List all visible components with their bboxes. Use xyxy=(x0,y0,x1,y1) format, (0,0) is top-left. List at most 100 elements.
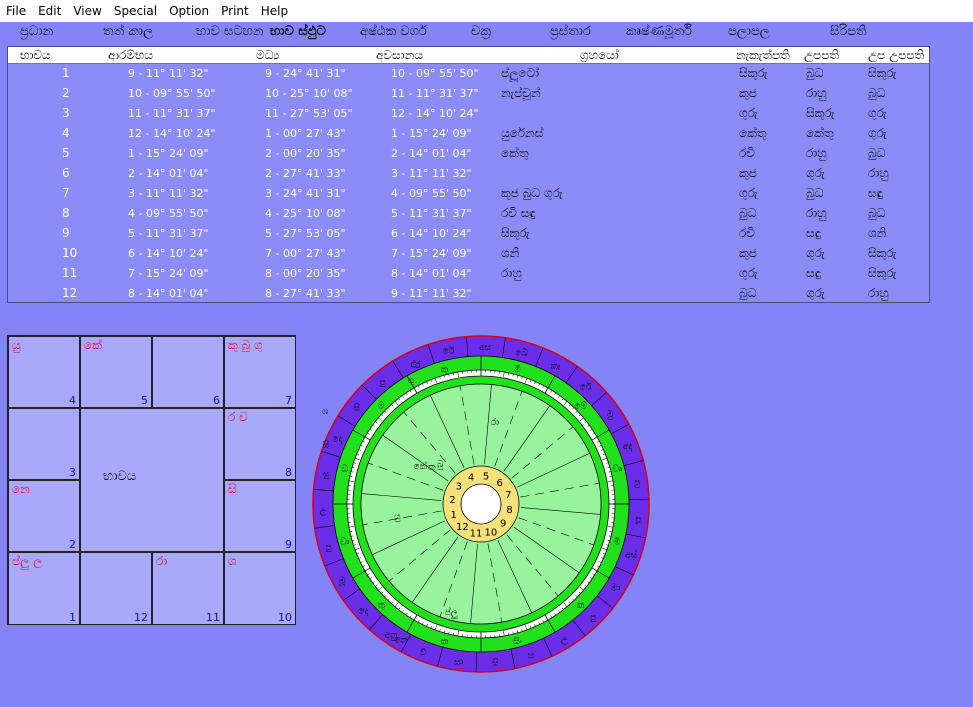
cell-start: 5 - 11° 31' 37" xyxy=(128,227,209,240)
cell-star: රවි xyxy=(739,226,755,240)
house-cell[interactable]: රා 11 xyxy=(152,552,224,625)
cell-subsub: ශනි xyxy=(868,226,887,240)
table-row[interactable]: 7 3 - 11° 11' 32" 3 - 24° 41' 31" 4 - 09° 5… xyxy=(8,184,929,204)
cell-house: 2 xyxy=(62,86,70,100)
cell-planets: යුරේනස් xyxy=(501,126,544,140)
col-header-start[interactable]: ආරම්භය xyxy=(108,48,153,63)
table-row[interactable]: 11 7 - 15° 24' 09" 8 - 00° 20' 35" 8 - 14° … xyxy=(8,264,929,284)
cell-end: 7 - 15° 24' 09" xyxy=(391,247,472,260)
cell-house-number: 8 xyxy=(285,466,292,479)
col-header-sub-lord[interactable]: උපපති xyxy=(804,48,839,63)
cell-house: 8 xyxy=(62,206,70,220)
cell-house-number: 3 xyxy=(69,466,76,479)
wheel-house-number: 12 xyxy=(456,522,469,533)
cell-house-number: 7 xyxy=(285,394,292,407)
col-header-end[interactable]: අවසානය xyxy=(376,48,423,63)
tab-1[interactable]: තත් කාල xyxy=(103,22,153,42)
house-cell[interactable]: ප්ලු ල 1 xyxy=(8,552,80,625)
menu-option[interactable]: Option xyxy=(163,0,215,22)
tab-0[interactable]: ප්‍රධාන xyxy=(20,22,53,42)
sign-label: ධ xyxy=(341,465,348,475)
house-cell[interactable]: කේ 5 xyxy=(80,336,152,408)
house-cell[interactable]: යු 4 xyxy=(8,336,80,408)
tab-3[interactable]: භාව ස්ඵුට xyxy=(270,22,326,42)
cell-subsub: සඳු xyxy=(868,186,883,200)
house-cell[interactable]: 6 xyxy=(152,336,224,408)
cell-star: කුජ xyxy=(739,166,757,180)
house-cell[interactable]: නෙ 2 xyxy=(8,480,80,552)
cell-end: 3 - 11° 11' 32" xyxy=(391,167,472,180)
wheel-planet-glyph: ච xyxy=(447,333,454,335)
nakshatra-label: අස් xyxy=(625,549,638,560)
house-cell[interactable]: 12 xyxy=(80,552,152,625)
tab-9[interactable]: සිරිපති xyxy=(830,22,867,42)
wheel-planet-glyph: ගු xyxy=(408,376,415,386)
sign-label: ම xyxy=(378,401,385,411)
menu-file[interactable]: File xyxy=(0,0,32,22)
menu-print[interactable]: Print xyxy=(215,0,255,22)
table-row[interactable]: 10 6 - 14° 10' 24" 7 - 00° 27' 43" 7 - 15° … xyxy=(8,244,929,264)
tab-4[interactable]: අෂ්ඨක වර්ග xyxy=(360,22,427,42)
col-header-star-lord[interactable]: නැකැත්පති xyxy=(736,48,790,63)
wheel-center xyxy=(460,483,502,525)
col-header-house[interactable]: භාවය xyxy=(20,48,51,63)
wheel-planet-glyph: ර xyxy=(415,361,421,371)
cell-mid: 10 - 25° 10' 08" xyxy=(265,87,353,100)
house-cell[interactable]: සි 9 xyxy=(224,480,296,552)
cell-mid: 1 - 00° 27' 43" xyxy=(265,127,346,140)
house-cell[interactable]: ශ 10 xyxy=(224,552,296,625)
table-row[interactable]: 4 12 - 14° 10' 24" 1 - 00° 27' 43" 1 - 15° … xyxy=(8,124,929,144)
cell-mid: 4 - 25° 10' 08" xyxy=(265,207,346,220)
col-header-planets[interactable]: ග්‍රහයෝ xyxy=(580,48,619,63)
cell-mid: 8 - 27° 41' 33" xyxy=(265,287,346,300)
cell-planets: රාහු xyxy=(501,266,522,280)
menu-view[interactable]: View xyxy=(67,0,107,22)
table-row[interactable]: 5 1 - 15° 24' 09" 2 - 00° 20' 35" 2 - 14° 0… xyxy=(8,144,929,164)
sign-label: වෘ xyxy=(612,465,621,475)
table-row[interactable]: 8 4 - 09° 55' 50" 4 - 25° 10' 08" 5 - 11° 3… xyxy=(8,204,929,224)
menu-edit[interactable]: Edit xyxy=(32,0,67,22)
tab-5[interactable]: චක්‍ර xyxy=(471,22,491,42)
nakshatra-label: පූ xyxy=(635,514,641,524)
nakshatra-label: සි xyxy=(354,402,361,413)
cell-start: 9 - 11° 11' 32" xyxy=(128,67,209,80)
cell-start: 8 - 14° 01' 04" xyxy=(128,287,209,300)
sign-label: මි xyxy=(614,536,621,547)
table-row[interactable]: 1 9 - 11° 11' 32" 9 - 24° 41' 31" 10 - 09° … xyxy=(8,64,929,84)
nakshatra-label: පු xyxy=(325,542,331,552)
cell-planets: යු xyxy=(12,338,21,352)
table-row[interactable]: 6 2 - 14° 01' 04" 2 - 27° 41' 33" 3 - 11° 1… xyxy=(8,164,929,184)
col-header-mid[interactable]: මධ්‍ය xyxy=(256,48,279,63)
cell-planets: ශනි xyxy=(501,246,520,260)
col-header-sub-sub-lord[interactable]: උප උපපති xyxy=(868,48,924,63)
house-cell[interactable]: කු බු ගු 7 xyxy=(224,336,296,408)
table-row[interactable]: 12 8 - 14° 01' 04" 8 - 27° 41' 33" 9 - 11° … xyxy=(8,284,929,304)
house-chart-grid: භාවය යු 4 කේ 5 6 කු බු ගු 7 3 ර ච 8 නෙ 2 සි 9 ප්ලු ල11… xyxy=(7,335,296,625)
cell-planets: කේ xyxy=(84,338,102,352)
wheel-house-number: 4 xyxy=(468,473,474,484)
cell-house: 9 xyxy=(62,226,70,240)
table-row[interactable]: 3 11 - 11° 31' 37" 11 - 27° 53' 05" 12 - 14… xyxy=(8,104,929,124)
nakshatra-label: මු xyxy=(606,410,614,420)
house-cell[interactable]: ර ච 8 xyxy=(224,408,296,480)
cell-start: 12 - 14° 10' 24" xyxy=(128,127,216,140)
table-row[interactable]: 2 10 - 09° 55' 50" 10 - 25° 10' 08" 11 - 11… xyxy=(8,84,929,104)
wheel-house-number: 3 xyxy=(456,481,462,492)
house-cell[interactable]: 3 xyxy=(8,408,80,480)
sign-label: තු xyxy=(378,601,386,611)
table-row[interactable]: 9 5 - 11° 31' 37" 5 - 27° 53' 05" 6 - 14° 1… xyxy=(8,224,929,244)
wheel-house-number: 5 xyxy=(483,471,489,482)
cell-mid: 9 - 24° 41' 31" xyxy=(265,67,346,80)
menu-help[interactable]: Help xyxy=(255,0,294,22)
cell-planets: නෙ xyxy=(12,482,30,496)
cell-start: 3 - 11° 11' 32" xyxy=(128,187,209,200)
astro-wheel: අසබෙකැරේමුඅදපුපූඅස්මාපුඋහසිසාවිඅනුදෙමූපු… xyxy=(312,333,650,673)
cell-end: 5 - 11° 31' 37" xyxy=(391,207,472,220)
tab-7[interactable]: කෘෂ්ණමූර්ති xyxy=(626,22,692,42)
tab-6[interactable]: ප්‍රස්තාර xyxy=(550,22,591,42)
sign-label: ක xyxy=(577,601,585,611)
menu-special[interactable]: Special xyxy=(108,0,163,22)
cell-star: බුධ xyxy=(739,286,757,300)
tab-8[interactable]: පලාපල xyxy=(728,22,770,42)
tab-2[interactable]: භාව සටහන xyxy=(196,22,263,42)
